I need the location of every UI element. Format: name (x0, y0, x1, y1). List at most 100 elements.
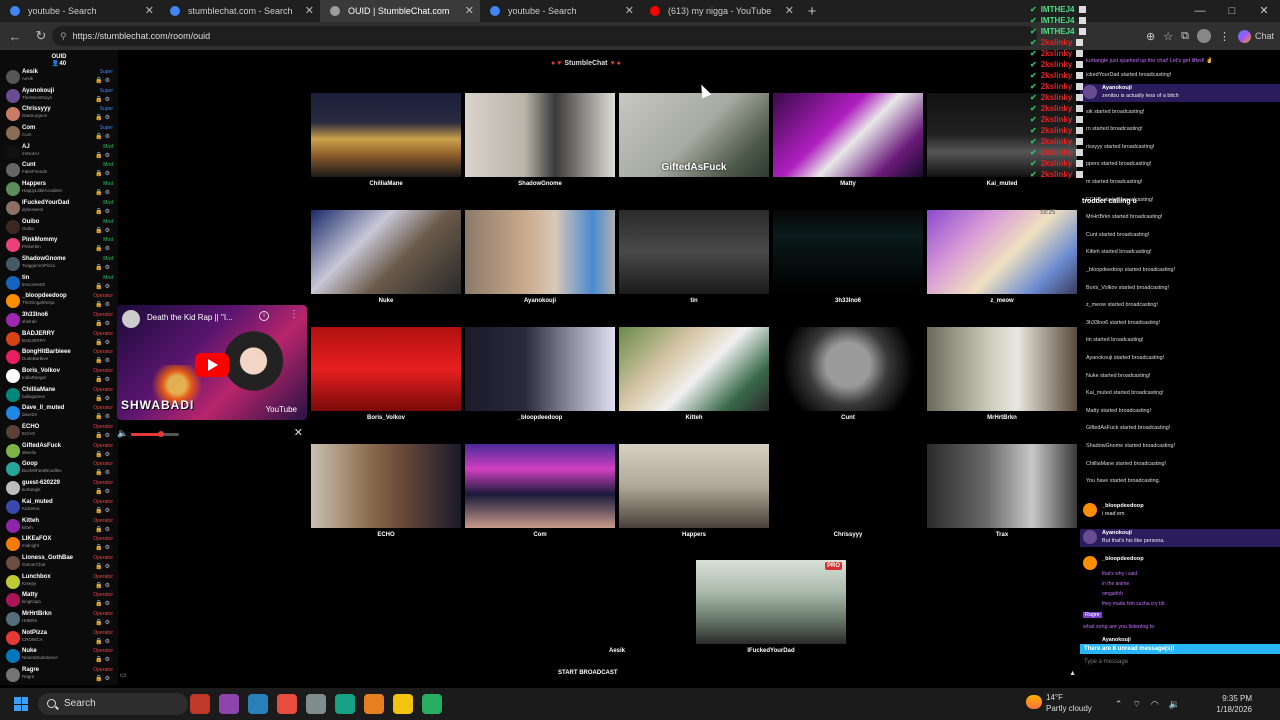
close-tab-icon[interactable]: ✕ (145, 4, 154, 17)
avatar[interactable] (6, 443, 20, 458)
user-row[interactable]: NotPizza CRONICA Operator 🔒⚙ (0, 629, 118, 648)
avatar[interactable] (6, 630, 20, 645)
user-row[interactable]: Lunchbox Kreepy Operator 🔒⚙ (0, 573, 118, 592)
user-row[interactable]: IFuckedYourDad dykeswest Mod 🔒⚙ (0, 199, 118, 218)
youtube-player[interactable]: Death the Kid Rap || "I... i ⋮ SHWABADI … (117, 305, 307, 420)
taskbar-app-icon[interactable] (393, 694, 413, 714)
user-row[interactable]: Com Com Super 🔒⚙ (0, 124, 118, 143)
camera-tile[interactable] (465, 327, 615, 411)
avatar[interactable] (6, 406, 20, 421)
taskbar-app-icon[interactable] (364, 694, 384, 714)
user-row[interactable]: Ragre Ragre Operator 🔒⚙ (0, 666, 118, 685)
chat-username[interactable]: _bloopdeedoop (1102, 556, 1144, 562)
taskbar-app-icon[interactable] (277, 694, 297, 714)
camera-tile[interactable]: PRO (696, 560, 846, 644)
profile-avatar[interactable] (1196, 29, 1211, 43)
avatar[interactable] (6, 574, 20, 589)
avatar[interactable] (6, 70, 20, 84)
chat-username[interactable]: _bloopdeedoop (1102, 503, 1144, 509)
avatar[interactable] (6, 611, 20, 626)
avatar[interactable] (1083, 556, 1097, 570)
camera-tile[interactable] (311, 327, 461, 411)
avatar[interactable] (6, 537, 20, 552)
camera-tile[interactable] (311, 444, 461, 528)
avatar[interactable] (6, 593, 20, 608)
tab-4[interactable]: youtube - Search ✕ (480, 0, 640, 22)
avatar[interactable] (6, 312, 20, 327)
avatar[interactable] (1083, 503, 1097, 517)
minimize-button[interactable]: — (1184, 0, 1216, 22)
wifi-icon[interactable]: ◠ (1151, 699, 1159, 710)
tab-5[interactable]: (613) my nigga - YouTube ✕ (640, 0, 800, 22)
user-row[interactable]: GiftedAsFuck akeelio Operator 🔒⚙ (0, 442, 118, 461)
ragre-tag[interactable]: Ragre (1083, 612, 1102, 618)
avatar[interactable] (6, 350, 20, 365)
avatar[interactable] (6, 369, 20, 383)
taskbar-app-icon[interactable] (335, 694, 355, 714)
avatar[interactable] (6, 238, 20, 253)
settings-icon[interactable]: ▭ (120, 671, 127, 679)
site-info-icon[interactable]: ⚲ (60, 31, 67, 42)
volume-icon[interactable]: 🔉 (1169, 699, 1180, 710)
info-icon[interactable]: i (259, 311, 269, 321)
user-row[interactable]: Kai_muted KickeKai Operator 🔒⚙ (0, 498, 118, 517)
bookmark-star-icon[interactable]: ☆ (1163, 30, 1173, 43)
weather-widget[interactable]: 14°F Partly cloudy (1026, 692, 1092, 714)
copilot-chat-button[interactable]: Chat (1237, 29, 1274, 43)
tab-1[interactable]: youtube - Search ✕ (0, 0, 160, 22)
avatar[interactable] (6, 275, 20, 290)
user-row[interactable]: Goop BuckWheatNoodles Operator 🔒⚙ (0, 460, 118, 479)
user-row[interactable]: ShadowGnome TwiggeromPizza Mod 🔒⚙ (0, 255, 118, 274)
channel-avatar[interactable] (122, 310, 140, 328)
user-row[interactable]: PinkMommy Pinkerbin Mod 🔒⚙ (0, 236, 118, 255)
camera-tile[interactable] (542, 560, 692, 644)
user-row[interactable]: LIKEaFOX midnight Operator 🔒⚙ (0, 535, 118, 554)
user-row[interactable]: Kitteh kitteh Operator 🔒⚙ (0, 517, 118, 536)
avatar[interactable] (6, 88, 20, 103)
avatar[interactable] (6, 649, 20, 664)
network-icon[interactable]: ⌔ (1132, 699, 1140, 710)
avatar[interactable] (6, 555, 20, 570)
message-input[interactable]: Type a message (1084, 656, 1274, 668)
video-title[interactable]: Death the Kid Rap || "I... (147, 313, 233, 322)
avatar[interactable] (6, 668, 20, 682)
chevron-up-icon[interactable]: ⌃ (1115, 699, 1123, 710)
avatar[interactable] (6, 518, 20, 533)
user-row[interactable]: AJ ImNotAJ Mod 🔒⚙ (0, 143, 118, 162)
user-row[interactable]: Chrissyyy DaeSurgeon Super 🔒⚙ (0, 105, 118, 124)
reload-button[interactable]: ↻ (30, 28, 52, 44)
close-window-button[interactable]: ✕ (1248, 0, 1280, 22)
taskbar-app-icon[interactable] (190, 694, 210, 714)
camera-tile[interactable] (927, 210, 1077, 294)
avatar[interactable] (6, 481, 20, 496)
taskbar-app-icon[interactable] (248, 694, 268, 714)
camera-tile[interactable] (619, 210, 769, 294)
user-row[interactable]: Nuke NeutralSubstance Operator 🔒⚙ (0, 647, 118, 666)
user-row[interactable]: ChilliaMane ballagames Operator 🔒⚙ (0, 386, 118, 405)
user-row[interactable]: Lioness_GothBae GamerChat Operator 🔒⚙ (0, 554, 118, 573)
volume-knob[interactable] (157, 431, 164, 437)
avatar[interactable] (6, 182, 20, 197)
avatar[interactable] (6, 331, 20, 346)
taskbar-search[interactable]: Search (38, 693, 188, 715)
camera-tile[interactable] (311, 210, 461, 294)
camera-tile[interactable] (927, 444, 1077, 528)
avatar[interactable] (6, 294, 20, 309)
camera-tile[interactable] (465, 93, 615, 177)
avatar[interactable] (6, 462, 20, 477)
camera-tile[interactable] (927, 327, 1077, 411)
avatar[interactable] (6, 126, 20, 141)
avatar[interactable] (1083, 530, 1097, 544)
speaker-icon[interactable]: 🔈 (117, 428, 128, 439)
taskbar-app-icon[interactable] (422, 694, 442, 714)
camera-tile[interactable] (619, 444, 769, 528)
camera-tile[interactable] (773, 93, 923, 177)
avatar[interactable] (6, 256, 20, 271)
youtube-logo[interactable]: YouTube (266, 405, 297, 414)
close-tab-icon[interactable]: ✕ (305, 4, 314, 17)
user-row[interactable]: Ouibo Ouibo Mod 🔒⚙ (0, 218, 118, 237)
user-row[interactable]: BongHitBarbieee DudeBarbiee Operator 🔒⚙ (0, 348, 118, 367)
camera-tile[interactable] (465, 444, 615, 528)
user-row[interactable]: guest-620229 kurtangle Operator 🔒⚙ (0, 479, 118, 498)
camera-tile[interactable] (773, 327, 923, 411)
